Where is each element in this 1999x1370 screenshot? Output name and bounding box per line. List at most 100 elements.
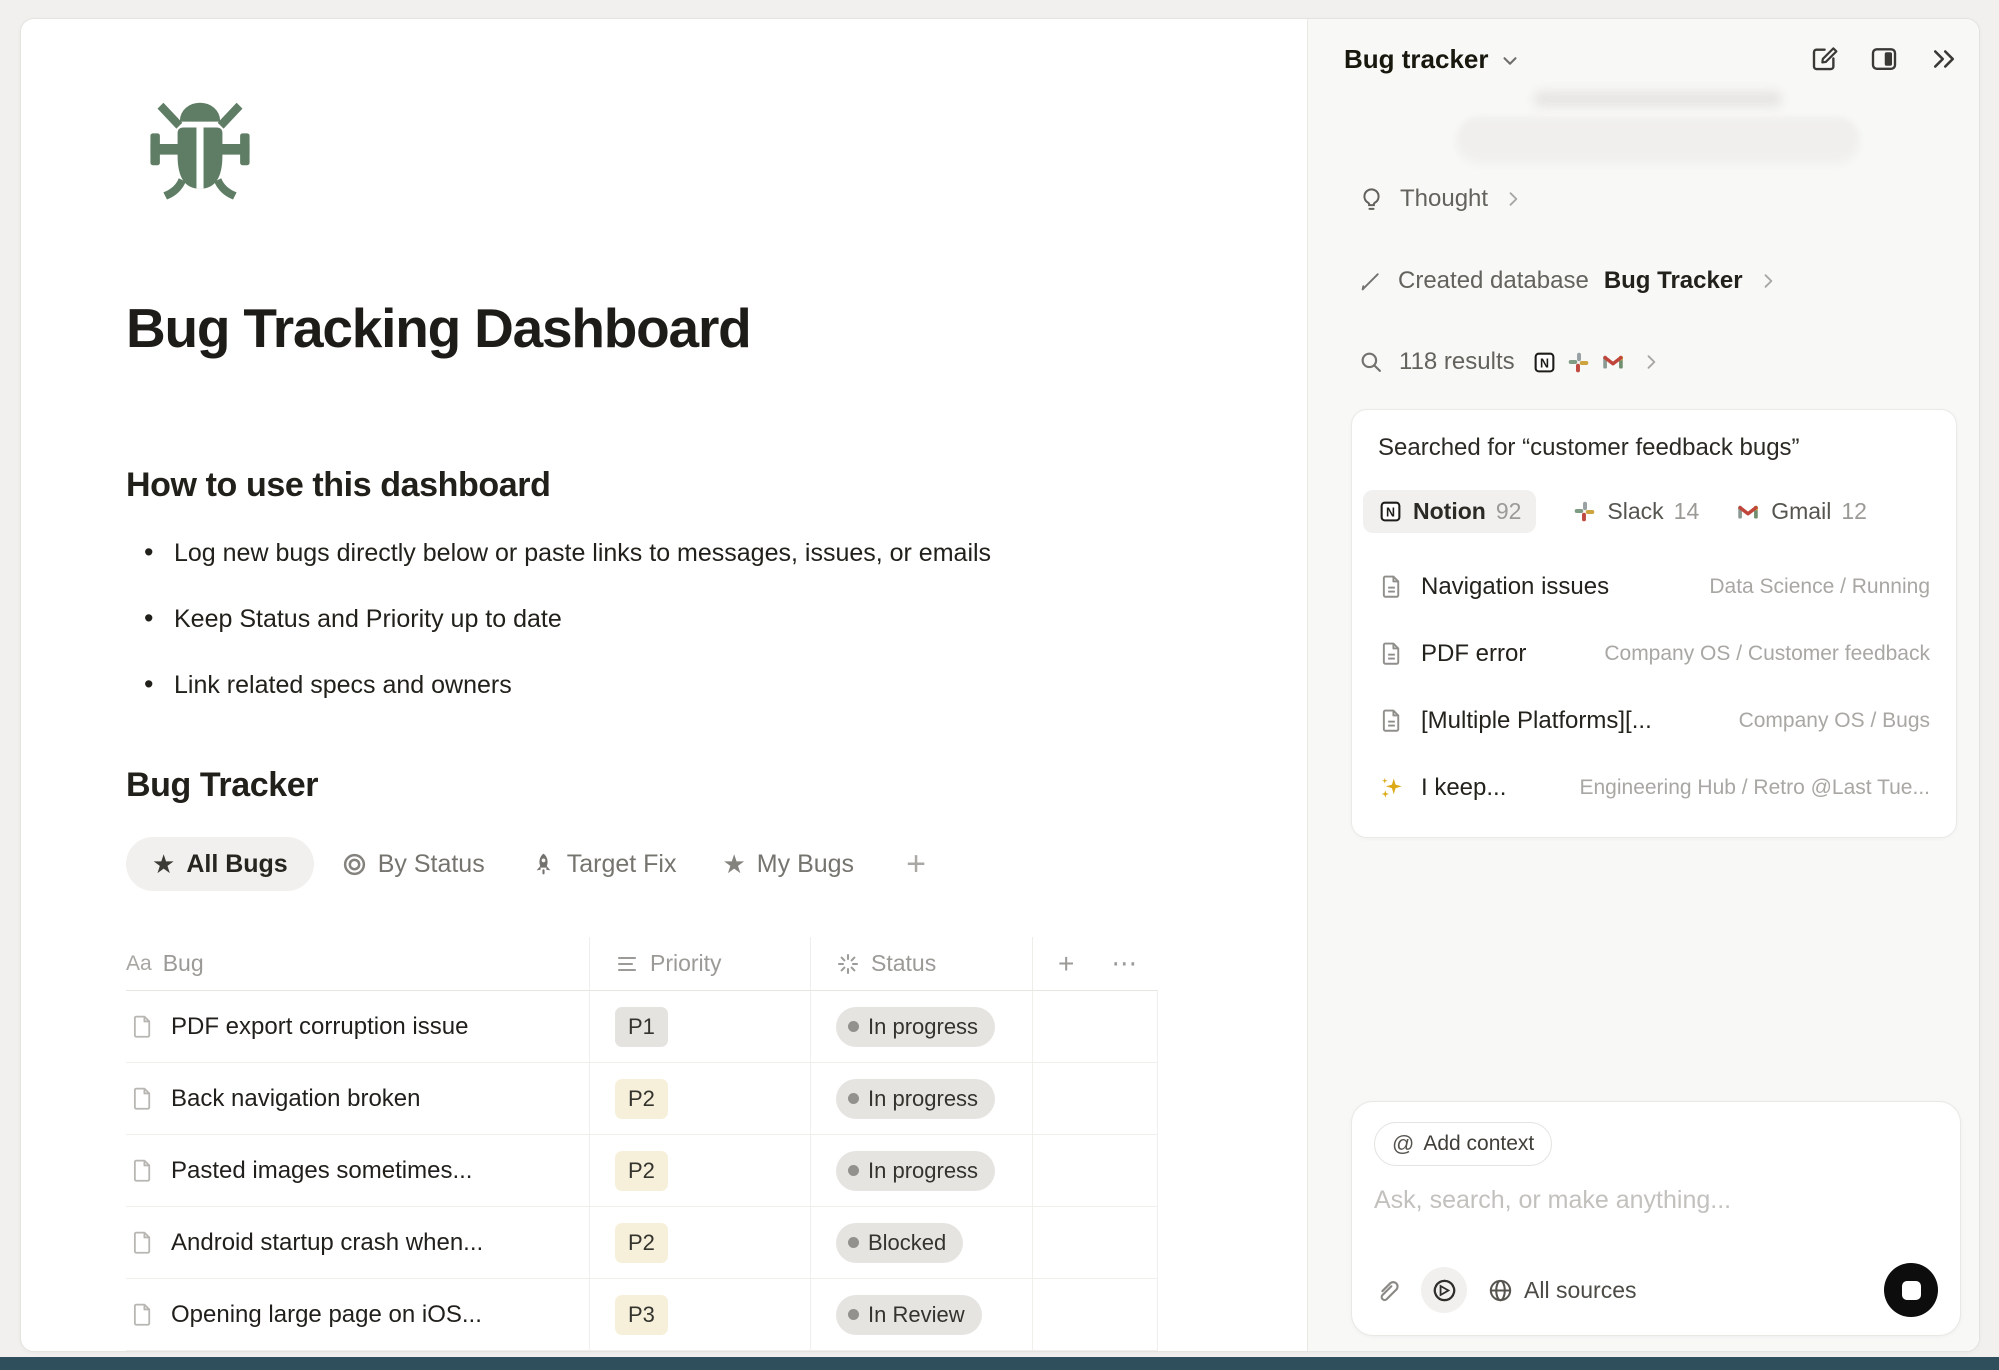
- collapse-panel-button[interactable]: [1927, 42, 1961, 76]
- search-results-card: Searched for “customer feedback bugs” N …: [1351, 409, 1957, 838]
- priority-pill[interactable]: P2: [615, 1079, 668, 1119]
- pencil-icon: [1358, 269, 1383, 294]
- status-dot: [848, 1093, 859, 1104]
- bottom-accent-bar: [0, 1357, 1999, 1370]
- slack-icon: [1572, 499, 1597, 524]
- composer-input[interactable]: [1374, 1186, 1938, 1215]
- gmail-icon: [1735, 499, 1761, 525]
- priority-pill[interactable]: P2: [615, 1223, 668, 1263]
- bug-title: Pasted images sometimes...: [171, 1157, 472, 1185]
- bug-title: Android startup crash when...: [171, 1229, 483, 1257]
- result-row[interactable]: Navigation issues Data Science / Running: [1378, 553, 1930, 620]
- column-header-priority[interactable]: Priority: [589, 937, 810, 990]
- bug-page-icon[interactable]: [134, 85, 266, 203]
- table-row[interactable]: Back navigation broken P2 In progress: [126, 1063, 1157, 1135]
- text-property-icon: Aa: [126, 952, 152, 976]
- gmail-icon: [1600, 349, 1626, 375]
- ai-assistant-panel: Bug tracker: [1307, 19, 1979, 1351]
- panel-right-icon: [1869, 44, 1899, 74]
- source-tab-gmail[interactable]: Gmail 12: [1735, 498, 1867, 525]
- slack-icon: [1566, 350, 1591, 375]
- bug-table: Aa Bug Priority: [126, 937, 1158, 1351]
- status-pill[interactable]: In progress: [836, 1007, 995, 1047]
- svg-text:N: N: [1386, 506, 1395, 520]
- chevron-right-icon: [1641, 352, 1661, 372]
- source-tab-slack[interactable]: Slack 14: [1572, 498, 1699, 525]
- bug-title: Back navigation broken: [171, 1085, 421, 1113]
- result-row[interactable]: [Multiple Platforms][... Company OS / Bu…: [1378, 687, 1930, 754]
- priority-pill[interactable]: P1: [615, 1007, 668, 1047]
- app-window: Bug Tracking Dashboard How to use this d…: [0, 0, 1999, 1370]
- result-row[interactable]: I keep... Engineering Hub / Retro @Last …: [1378, 754, 1930, 821]
- double-chevron-right-icon: [1929, 44, 1959, 74]
- page-icon: [1378, 640, 1405, 667]
- add-view-button[interactable]: +: [888, 837, 944, 891]
- chevron-right-icon: [1758, 271, 1778, 291]
- at-icon: @: [1392, 1131, 1414, 1157]
- all-sources-button[interactable]: All sources: [1487, 1277, 1636, 1304]
- view-tab-my-bugs[interactable]: ★ My Bugs: [704, 837, 872, 891]
- status-dot: [848, 1021, 859, 1032]
- table-row[interactable]: Android startup crash when... P2 Blocked: [126, 1207, 1157, 1279]
- page-icon: [129, 1013, 156, 1040]
- add-context-button[interactable]: @ Add context: [1374, 1122, 1552, 1166]
- status-pill[interactable]: Blocked: [836, 1223, 963, 1263]
- tracker-heading: Bug Tracker: [126, 766, 1307, 805]
- assistant-header: Bug tracker: [1308, 19, 1979, 89]
- view-tab-all-bugs[interactable]: ★ All Bugs: [126, 837, 314, 891]
- column-header-extras: + ⋯: [1032, 937, 1158, 990]
- table-row[interactable]: Opening large page on iOS... P3 In Revie…: [126, 1279, 1157, 1351]
- column-header-status[interactable]: Status: [810, 937, 1032, 990]
- result-row[interactable]: PDF error Company OS / Customer feedback: [1378, 620, 1930, 687]
- compose-icon: [1814, 48, 1836, 69]
- table-more-button[interactable]: ⋯: [1111, 948, 1139, 979]
- thought-step[interactable]: Thought: [1358, 185, 1523, 213]
- page-icon: [1378, 573, 1405, 600]
- status-dot: [848, 1165, 859, 1176]
- chevron-down-icon[interactable]: [1499, 50, 1521, 72]
- table-header: Aa Bug Priority: [126, 937, 1158, 990]
- star-icon: ★: [722, 851, 745, 877]
- stop-button[interactable]: [1884, 1263, 1938, 1317]
- notion-icon: N: [1532, 350, 1557, 375]
- stop-icon: [1902, 1281, 1921, 1300]
- add-column-button[interactable]: +: [1058, 948, 1074, 980]
- status-pill[interactable]: In progress: [836, 1079, 995, 1119]
- status-pill[interactable]: In progress: [836, 1151, 995, 1191]
- attach-icon[interactable]: [1374, 1277, 1401, 1304]
- star-icon: ★: [152, 851, 175, 877]
- view-tab-target-fix[interactable]: Target Fix: [513, 837, 695, 891]
- chat-composer: @ Add context: [1351, 1101, 1961, 1336]
- status-dot: [848, 1309, 859, 1320]
- lightbulb-icon: [1358, 186, 1385, 213]
- bug-title: PDF export corruption issue: [171, 1013, 468, 1041]
- page-icon: [129, 1085, 156, 1112]
- column-header-bug[interactable]: Aa Bug: [126, 937, 589, 990]
- select-property-icon: [615, 952, 639, 976]
- source-tab-notion[interactable]: N Notion 92: [1363, 490, 1536, 533]
- panel-layout-button[interactable]: [1867, 42, 1901, 76]
- sparkles-icon: [1378, 774, 1405, 801]
- assistant-title[interactable]: Bug tracker: [1344, 44, 1489, 75]
- composer-toolbar: All sources: [1374, 1263, 1938, 1317]
- notion-icon: N: [1378, 499, 1403, 524]
- globe-icon: [1487, 1277, 1514, 1304]
- created-database-step[interactable]: Created database Bug Tracker: [1358, 267, 1778, 295]
- search-results-step[interactable]: 118 results N: [1358, 348, 1661, 376]
- status-pill[interactable]: In Review: [836, 1295, 982, 1335]
- page-icon: [129, 1157, 156, 1184]
- created-database-name: Bug Tracker: [1604, 267, 1743, 295]
- table-row[interactable]: PDF export corruption issue P1 In progre…: [126, 991, 1157, 1063]
- priority-pill[interactable]: P3: [615, 1295, 668, 1335]
- thought-label: Thought: [1400, 185, 1488, 213]
- page-title: Bug Tracking Dashboard: [126, 296, 1307, 360]
- new-chat-button[interactable]: [1807, 42, 1841, 76]
- workspace-card: Bug Tracking Dashboard How to use this d…: [20, 18, 1980, 1352]
- view-tab-by-status[interactable]: By Status: [324, 837, 503, 891]
- priority-pill[interactable]: P2: [615, 1151, 668, 1191]
- table-body: PDF export corruption issue P1 In progre…: [126, 990, 1158, 1351]
- model-button[interactable]: [1421, 1267, 1467, 1313]
- openai-icon: [1431, 1277, 1458, 1304]
- table-row[interactable]: Pasted images sometimes... P2 In progres…: [126, 1135, 1157, 1207]
- howto-list: Log new bugs directly below or paste lin…: [126, 539, 1307, 700]
